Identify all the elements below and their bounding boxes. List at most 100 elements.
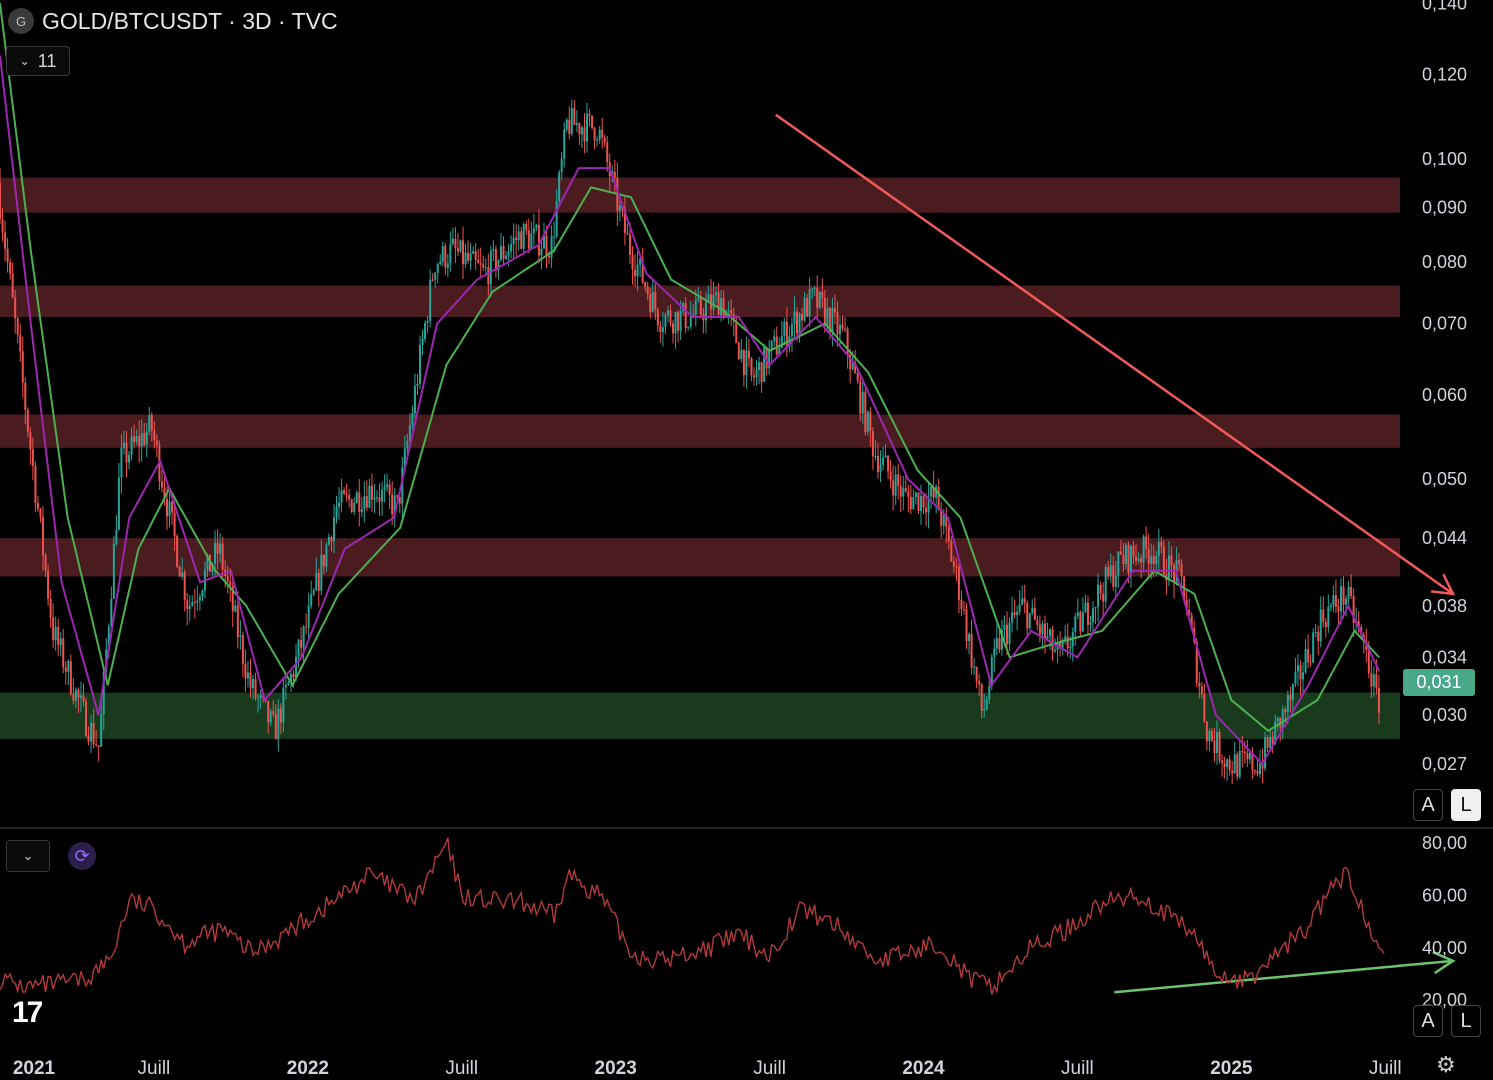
price-tick-label: 0,060 — [1422, 385, 1467, 405]
candle-body — [363, 496, 366, 510]
candle-body — [26, 409, 29, 432]
candle-body — [47, 570, 50, 599]
candle-body — [629, 234, 632, 255]
rsi-log-scale-button[interactable]: L — [1451, 1005, 1481, 1037]
candle-body — [1284, 709, 1287, 713]
candle-body — [360, 509, 363, 513]
candle-body — [818, 291, 821, 308]
candle-body — [899, 485, 902, 497]
candle-body — [687, 326, 690, 328]
candle-body — [919, 495, 922, 512]
candle-body — [1112, 565, 1115, 587]
candle-body — [634, 269, 637, 277]
candle-body — [1216, 732, 1219, 754]
candle-body — [494, 249, 497, 271]
candle-body — [236, 605, 239, 637]
candle-body — [537, 225, 540, 256]
candle-body — [1046, 636, 1049, 639]
chart-title[interactable]: GOLD/BTCUSDT · 3D · TVC — [42, 8, 338, 35]
rsi-collapse-button[interactable]: ⌄ — [6, 840, 50, 872]
candle-body — [0, 182, 1, 220]
candle-body — [775, 336, 778, 355]
candle-body — [9, 262, 12, 274]
candle-body — [1286, 695, 1289, 713]
candle-body — [267, 701, 270, 723]
candle-body — [844, 328, 847, 330]
candle-body — [191, 601, 194, 606]
candle-body — [257, 697, 260, 699]
candle-body — [947, 527, 950, 542]
candle-body — [1172, 565, 1175, 583]
price-auto-scale-button[interactable]: A — [1413, 789, 1443, 821]
candle-body — [216, 542, 219, 554]
candle-body — [925, 507, 928, 513]
candle-body — [1231, 770, 1234, 774]
candle-body — [34, 465, 37, 503]
candle-body — [1, 219, 4, 233]
candle-body — [226, 575, 229, 582]
candle-body — [181, 572, 184, 577]
candle-body — [742, 349, 745, 376]
candle-body — [130, 436, 133, 455]
candle-body — [1317, 632, 1320, 642]
candle-body — [353, 502, 356, 512]
candle-body — [449, 244, 452, 264]
candle-body — [345, 493, 348, 495]
candle-body — [1076, 612, 1079, 617]
candle-body — [1084, 602, 1087, 613]
candle-body — [92, 722, 95, 745]
candle-body — [59, 638, 62, 645]
rsi-auto-scale-button[interactable]: A — [1413, 1005, 1443, 1037]
candle-body — [894, 474, 897, 496]
chart-canvas: 0,140 0,120 0,100 0,090 0,080 0,070 0,060 0,050… — [0, 0, 1493, 1079]
candle-body — [153, 430, 156, 441]
candle-body — [699, 297, 702, 315]
candle-body — [62, 638, 65, 668]
candle-body — [527, 230, 530, 249]
candle-body — [499, 246, 502, 261]
candle-body — [1304, 649, 1307, 673]
candle-body — [1342, 586, 1345, 605]
candle-body — [558, 172, 561, 202]
candle-body — [793, 311, 796, 325]
candle-body — [244, 663, 247, 679]
candle-body — [1228, 759, 1231, 771]
candle-body — [183, 572, 186, 601]
candle-body — [431, 279, 434, 281]
candle-body — [1008, 622, 1011, 645]
candle-body — [424, 323, 427, 339]
candle-body — [168, 501, 171, 517]
candle-body — [171, 501, 174, 513]
candle-body — [1243, 751, 1246, 753]
candle-body — [806, 298, 809, 317]
price-tick-label: 0,044 — [1422, 528, 1467, 548]
candle-body — [654, 292, 657, 310]
candle-body — [1236, 754, 1239, 777]
candle-body — [957, 566, 960, 600]
sync-icon[interactable]: ⟳ — [68, 842, 96, 870]
candle-body — [1104, 567, 1107, 602]
candle-body — [272, 711, 275, 715]
price-log-scale-button[interactable]: L — [1451, 789, 1481, 821]
rsi-tick-label: 60,00 — [1422, 885, 1467, 905]
candle-body — [310, 594, 313, 606]
candle-body — [601, 129, 604, 138]
candle-body — [1226, 759, 1229, 767]
candle-body — [343, 490, 346, 494]
candle-body — [16, 318, 19, 335]
candle-body — [386, 484, 389, 488]
candle-body — [474, 251, 477, 260]
candle-body — [214, 542, 217, 564]
candle-body — [747, 350, 750, 359]
candle-body — [1367, 649, 1370, 674]
candle-body — [1129, 545, 1132, 573]
candle-body — [419, 345, 422, 384]
rsi-axis: 80,0060,0040,0020,00 — [1422, 833, 1467, 1010]
candle-body — [1011, 612, 1014, 623]
candle-body — [813, 287, 816, 289]
candle-body — [1079, 612, 1082, 632]
candle-body — [866, 411, 869, 432]
indicators-toggle-button[interactable]: ⌄ 11 — [6, 46, 70, 76]
gear-icon[interactable]: ⚙ — [1436, 1052, 1456, 1078]
candle-body — [1377, 688, 1380, 713]
